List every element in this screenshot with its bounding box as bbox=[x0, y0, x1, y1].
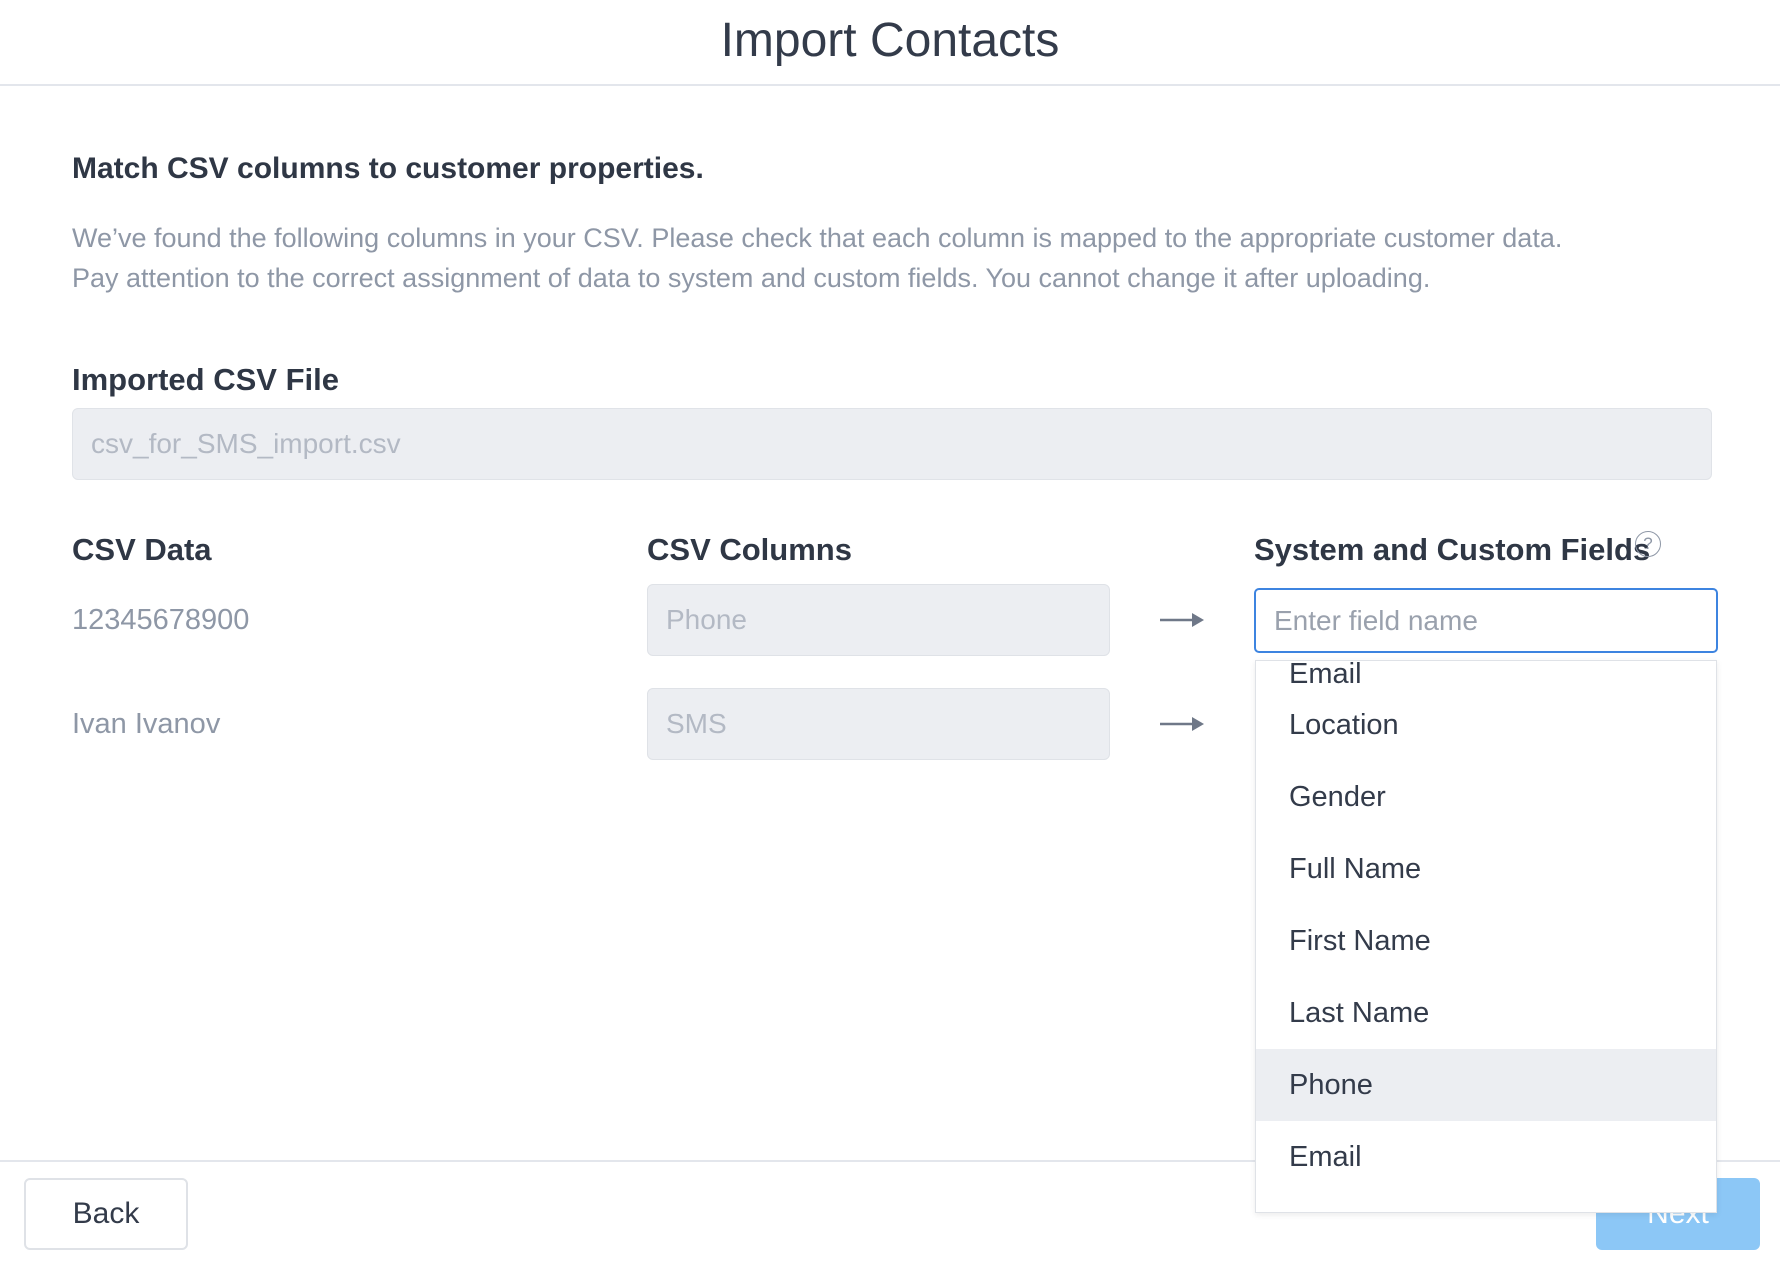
dropdown-option-email-2[interactable]: Email bbox=[1256, 1121, 1716, 1193]
page-header: Import Contacts bbox=[0, 0, 1780, 86]
imported-file-field: csv_for_SMS_import.csv bbox=[72, 408, 1712, 480]
dropdown-option-phone[interactable]: Phone bbox=[1256, 1049, 1716, 1121]
dropdown-option-gender[interactable]: Gender bbox=[1256, 761, 1716, 833]
imported-file-label: Imported CSV File bbox=[72, 362, 339, 397]
field-name-input[interactable] bbox=[1254, 588, 1718, 653]
description-line-1: We’ve found the following columns in you… bbox=[72, 223, 1563, 253]
field-dropdown[interactable]: Email Location Gender Full Name First Na… bbox=[1255, 660, 1717, 1213]
csv-column-field-2: SMS bbox=[647, 688, 1110, 760]
dropdown-option-last-name[interactable]: Last Name bbox=[1256, 977, 1716, 1049]
csv-columns-header: CSV Columns bbox=[647, 532, 852, 567]
question-circle-icon[interactable]: ? bbox=[1635, 531, 1661, 557]
csv-data-value-2: Ivan Ivanov bbox=[72, 708, 221, 740]
arrow-right-icon bbox=[1160, 717, 1204, 731]
csv-data-header: CSV Data bbox=[72, 532, 212, 567]
description-line-2: Pay attention to the correct assignment … bbox=[72, 263, 1431, 293]
dropdown-option-email[interactable]: Email bbox=[1256, 661, 1716, 690]
page-title: Import Contacts bbox=[720, 13, 1060, 67]
dropdown-option-first-name[interactable]: First Name bbox=[1256, 905, 1716, 977]
csv-column-field-1: Phone bbox=[647, 584, 1110, 656]
arrow-right-icon bbox=[1160, 613, 1204, 627]
section-heading: Match CSV columns to customer properties… bbox=[72, 152, 704, 185]
dropdown-option-location[interactable]: Location bbox=[1256, 689, 1716, 761]
fields-header: System and Custom Fields bbox=[1254, 532, 1651, 567]
dropdown-option-full-name[interactable]: Full Name bbox=[1256, 833, 1716, 905]
csv-data-value-1: 12345678900 bbox=[72, 604, 250, 636]
description: We’ve found the following columns in you… bbox=[72, 218, 1712, 298]
back-button[interactable]: Back bbox=[24, 1178, 188, 1250]
